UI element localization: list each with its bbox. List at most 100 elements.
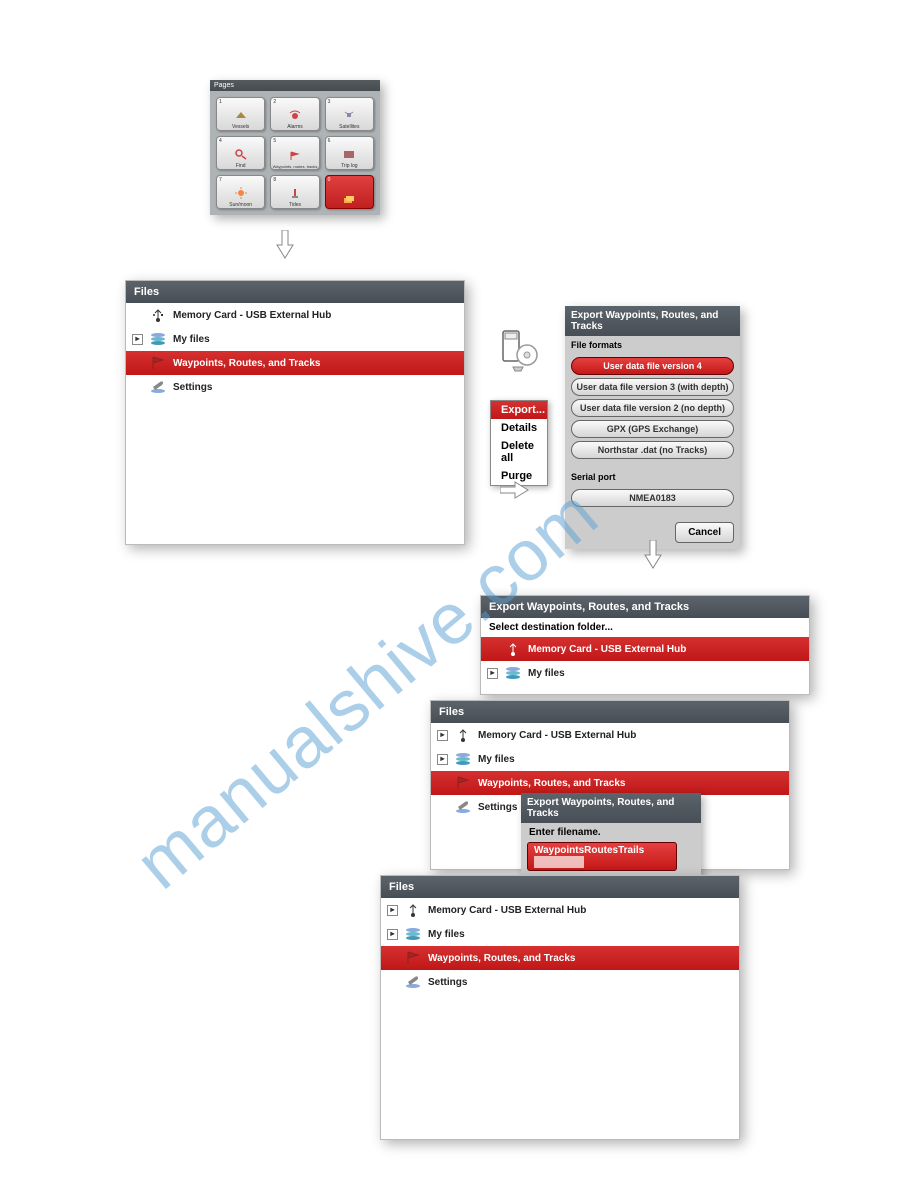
ctx-export[interactable]: Export... xyxy=(491,401,547,419)
ctx-details[interactable]: Details xyxy=(491,419,547,437)
files-icon xyxy=(342,192,356,206)
arrow-right-icon xyxy=(500,480,530,500)
filename-subpanel: Export Waypoints, Routes, and Tracks Ent… xyxy=(521,793,701,879)
flag-icon xyxy=(147,354,169,372)
usb-icon xyxy=(147,306,169,324)
arrow-down-icon xyxy=(275,230,295,260)
files-panel-3-title: Files xyxy=(381,876,739,898)
wrench-icon xyxy=(452,798,474,816)
context-menu: Export... Details Delete all Purge xyxy=(490,400,548,486)
files-panel-1-title: Files xyxy=(126,281,464,303)
expand-icon[interactable]: ▸ xyxy=(437,730,448,741)
disks-icon xyxy=(452,750,474,768)
tree-row-myfiles[interactable]: ▸ My files xyxy=(431,747,789,771)
memory-card-icon xyxy=(495,325,543,376)
serial-port-label: Serial port xyxy=(565,468,740,484)
tree-row-waypoints[interactable]: Waypoints, Routes, and Tracks xyxy=(381,946,739,970)
tree-row-myfiles[interactable]: ▸ My files xyxy=(381,922,739,946)
disks-icon xyxy=(147,330,169,348)
tree-label: My files xyxy=(478,754,515,765)
tides-icon xyxy=(288,186,302,200)
filename-input[interactable]: WaypointsRoutesTrails xyxy=(527,842,677,871)
destination-panel: Export Waypoints, Routes, and Tracks Sel… xyxy=(480,595,810,695)
page-btn-triplog[interactable]: 6Trip log xyxy=(325,136,374,170)
export-formats-panel: Export Waypoints, Routes, and Tracks Fil… xyxy=(565,306,740,549)
page-btn-sunmoon[interactable]: 7Sun/moon xyxy=(216,175,265,209)
tree-row-settings[interactable]: Settings xyxy=(126,375,464,399)
page-btn-tides[interactable]: 8Tides xyxy=(270,175,319,209)
tree-row-memcard[interactable]: ▸ Memory Card - USB External Hub xyxy=(381,898,739,922)
disks-icon xyxy=(502,664,524,682)
files-panel-3: Files ▸ Memory Card - USB External Hub ▸… xyxy=(380,875,740,1140)
expand-icon[interactable]: ▸ xyxy=(437,754,448,765)
filename-prompt: Enter filename. xyxy=(521,823,701,842)
find-icon xyxy=(234,147,248,161)
arrow-down-icon xyxy=(643,540,663,570)
page-btn-alarms[interactable]: 2Alarms xyxy=(270,97,319,131)
tree-row-waypoints[interactable]: Waypoints, Routes, and Tracks xyxy=(126,351,464,375)
flag-icon xyxy=(402,949,424,967)
tree-row-settings[interactable]: Settings xyxy=(381,970,739,994)
disks-icon xyxy=(402,925,424,943)
triplog-icon xyxy=(342,147,356,161)
wrench-icon xyxy=(402,973,424,991)
filename-title: Export Waypoints, Routes, and Tracks xyxy=(521,793,701,823)
usb-icon xyxy=(502,640,524,658)
files-panel-2-title: Files xyxy=(431,701,789,723)
waypoints-icon xyxy=(288,149,302,163)
dest-row-memcard[interactable]: Memory Card - USB External Hub xyxy=(481,637,809,661)
tree-label: Memory Card - USB External Hub xyxy=(478,730,636,741)
file-formats-label: File formats xyxy=(565,336,740,352)
ctx-deleteall[interactable]: Delete all xyxy=(491,437,547,467)
expand-icon[interactable]: ▸ xyxy=(487,668,498,679)
page-btn-vessels[interactable]: 1Vessels xyxy=(216,97,265,131)
fmt-userdata4[interactable]: User data file version 4 xyxy=(571,357,734,375)
fmt-userdata3[interactable]: User data file version 3 (with depth) xyxy=(571,378,734,396)
wrench-icon xyxy=(147,378,169,396)
export-formats-title: Export Waypoints, Routes, and Tracks xyxy=(565,306,740,336)
tree-label: My files xyxy=(428,929,465,940)
tree-label: My files xyxy=(173,334,210,345)
expand-icon[interactable]: ▸ xyxy=(132,334,143,345)
page-btn-satellites[interactable]: 3Satellites xyxy=(325,97,374,131)
fmt-nmea[interactable]: NMEA0183 xyxy=(571,489,734,507)
expand-icon[interactable]: ▸ xyxy=(387,929,398,940)
fmt-northstar[interactable]: Northstar .dat (no Tracks) xyxy=(571,441,734,459)
expand-icon[interactable]: ▸ xyxy=(387,905,398,916)
tree-label: My files xyxy=(528,668,565,679)
dest-title: Export Waypoints, Routes, and Tracks xyxy=(481,596,809,618)
flag-icon xyxy=(452,774,474,792)
tree-label: Waypoints, Routes, and Tracks xyxy=(428,953,575,964)
files-panel-2: Files ▸ Memory Card - USB External Hub ▸… xyxy=(430,700,790,870)
page-btn-waypoints[interactable]: 5Waypoints, routes, tracks xyxy=(270,136,319,170)
satellites-icon xyxy=(342,108,356,122)
tree-label: Memory Card - USB External Hub xyxy=(428,905,586,916)
tree-label: Waypoints, Routes, and Tracks xyxy=(173,358,320,369)
tree-label: Settings xyxy=(428,977,467,988)
alarms-icon xyxy=(288,108,302,122)
tree-row-myfiles[interactable]: ▸ My files xyxy=(126,327,464,351)
usb-icon xyxy=(402,901,424,919)
files-panel-1: Files Memory Card - USB External Hub ▸ M… xyxy=(125,280,465,545)
tree-label: Waypoints, Routes, and Tracks xyxy=(478,778,625,789)
page-btn-find[interactable]: 4Find xyxy=(216,136,265,170)
pages-panel: Pages 1Vessels 2Alarms 3Satellites 4Find… xyxy=(210,80,380,215)
sunmoon-icon xyxy=(234,186,248,200)
tree-label: Settings xyxy=(478,802,517,813)
usb-icon xyxy=(452,726,474,744)
vessels-icon xyxy=(234,108,248,122)
pages-grid: 1Vessels 2Alarms 3Satellites 4Find 5Wayp… xyxy=(210,91,380,215)
fmt-gpx[interactable]: GPX (GPS Exchange) xyxy=(571,420,734,438)
page-btn-files[interactable]: 0 xyxy=(325,175,374,209)
dest-prompt: Select destination folder... xyxy=(481,618,809,637)
pages-title: Pages xyxy=(210,80,380,91)
fmt-userdata2[interactable]: User data file version 2 (no depth) xyxy=(571,399,734,417)
cancel-button[interactable]: Cancel xyxy=(675,522,734,543)
tree-row-memcard[interactable]: Memory Card - USB External Hub xyxy=(126,303,464,327)
tree-row-waypoints[interactable]: Waypoints, Routes, and Tracks xyxy=(431,771,789,795)
tree-label: Memory Card - USB External Hub xyxy=(173,310,331,321)
tree-label: Settings xyxy=(173,382,212,393)
dest-row-myfiles[interactable]: ▸ My files xyxy=(481,661,809,685)
tree-row-memcard[interactable]: ▸ Memory Card - USB External Hub xyxy=(431,723,789,747)
tree-label: Memory Card - USB External Hub xyxy=(528,644,686,655)
